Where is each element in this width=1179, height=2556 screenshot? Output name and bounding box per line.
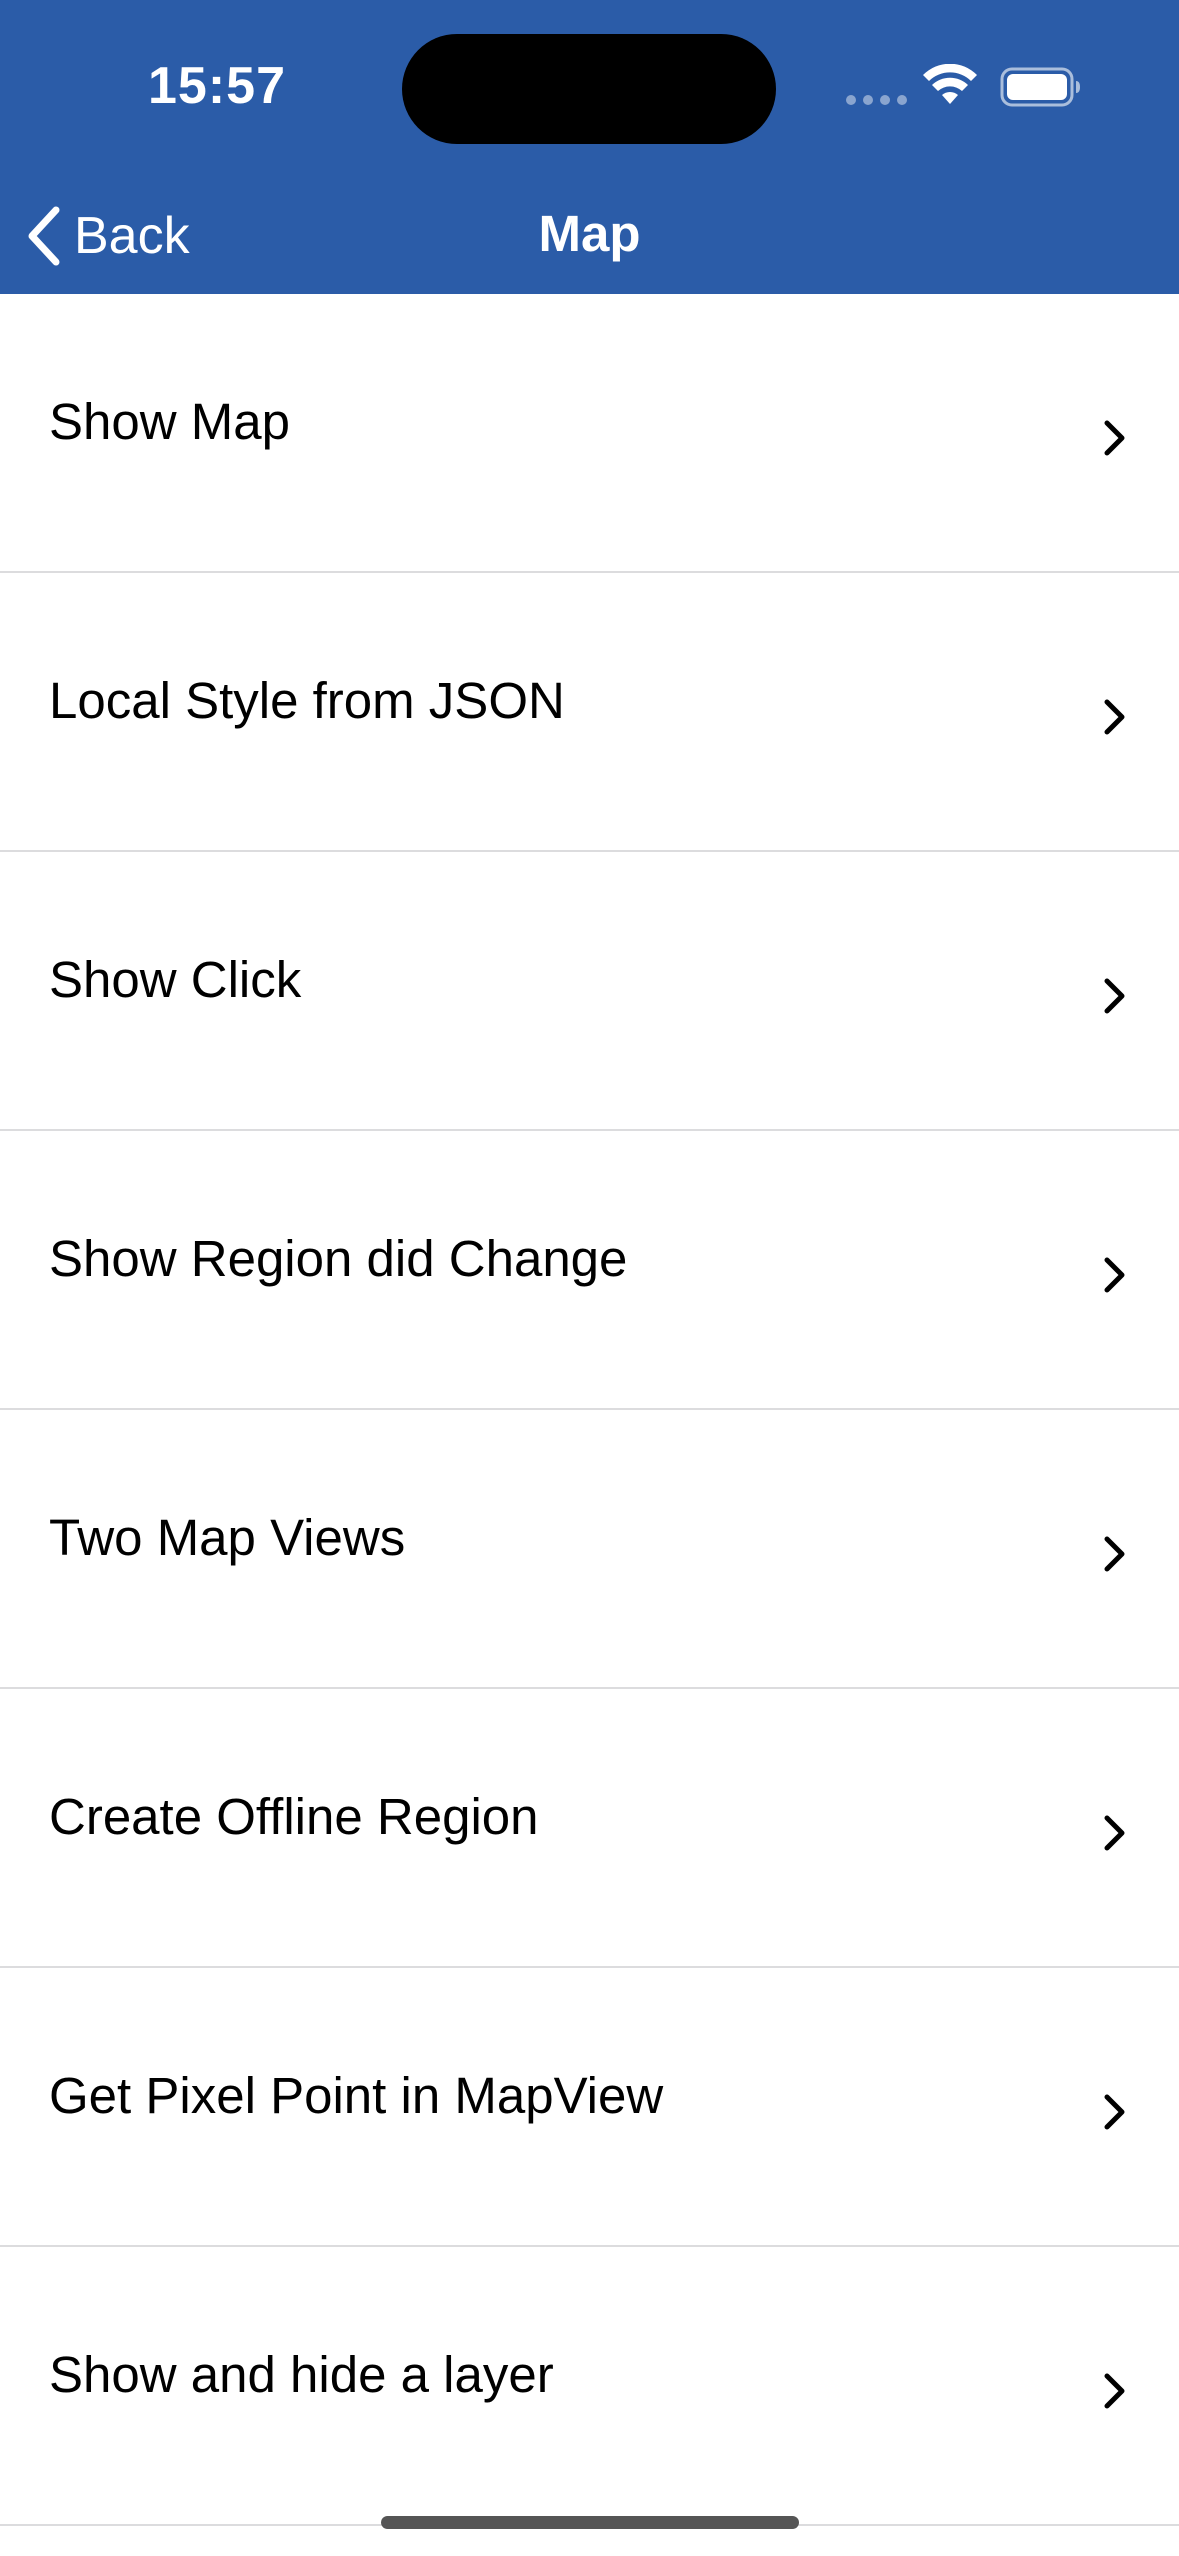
- chevron-right-icon: [1104, 1257, 1125, 1293]
- chevron-right-icon: [1104, 420, 1125, 456]
- list-item-label: Show and hide a layer: [49, 2346, 554, 2403]
- chevron-right-icon: [1104, 2373, 1125, 2409]
- list-item-show-map[interactable]: Show Map: [0, 294, 1179, 573]
- cellular-signal-icon: [846, 95, 907, 105]
- list-item-show-and-hide-a-layer[interactable]: Show and hide a layer: [0, 2247, 1179, 2526]
- list-item-label: Two Map Views: [49, 1509, 406, 1566]
- chevron-right-icon: [1104, 1815, 1125, 1851]
- list-item-label: Local Style from JSON: [49, 672, 565, 729]
- list-item-two-map-views[interactable]: Two Map Views: [0, 1410, 1179, 1689]
- chevron-right-icon: [1104, 699, 1125, 735]
- header: 15:57 Back Map: [0, 0, 1179, 294]
- status-time: 15:57: [148, 57, 286, 115]
- chevron-right-icon: [1104, 1536, 1125, 1572]
- wifi-icon: [923, 64, 977, 104]
- chevron-right-icon: [1104, 2094, 1125, 2130]
- battery-icon: [1000, 67, 1080, 107]
- list-item-create-offline-region[interactable]: Create Offline Region: [0, 1689, 1179, 1968]
- back-button[interactable]: Back: [22, 196, 190, 276]
- list-item-local-style-from-json[interactable]: Local Style from JSON: [0, 573, 1179, 852]
- list-item-label: Show Click: [49, 951, 302, 1008]
- list-item-label: Show Region did Change: [49, 1230, 628, 1287]
- list-item-show-region-did-change[interactable]: Show Region did Change: [0, 1131, 1179, 1410]
- menu-list: Show Map Local Style from JSON Show Clic…: [0, 294, 1179, 2526]
- list-item-label: Show Map: [49, 393, 290, 450]
- chevron-right-icon: [1104, 978, 1125, 1014]
- dynamic-island: [402, 34, 776, 144]
- list-item-label: Get Pixel Point in MapView: [49, 2067, 664, 2124]
- chevron-left-icon: [28, 206, 60, 266]
- back-label: Back: [74, 207, 190, 265]
- home-indicator[interactable]: [381, 2516, 799, 2529]
- list-item-get-pixel-point-in-mapview[interactable]: Get Pixel Point in MapView: [0, 1968, 1179, 2247]
- list-item-show-click[interactable]: Show Click: [0, 852, 1179, 1131]
- screen: 15:57 Back Map Show Map Local Style from…: [0, 0, 1179, 2556]
- list-item-label: Create Offline Region: [49, 1788, 539, 1845]
